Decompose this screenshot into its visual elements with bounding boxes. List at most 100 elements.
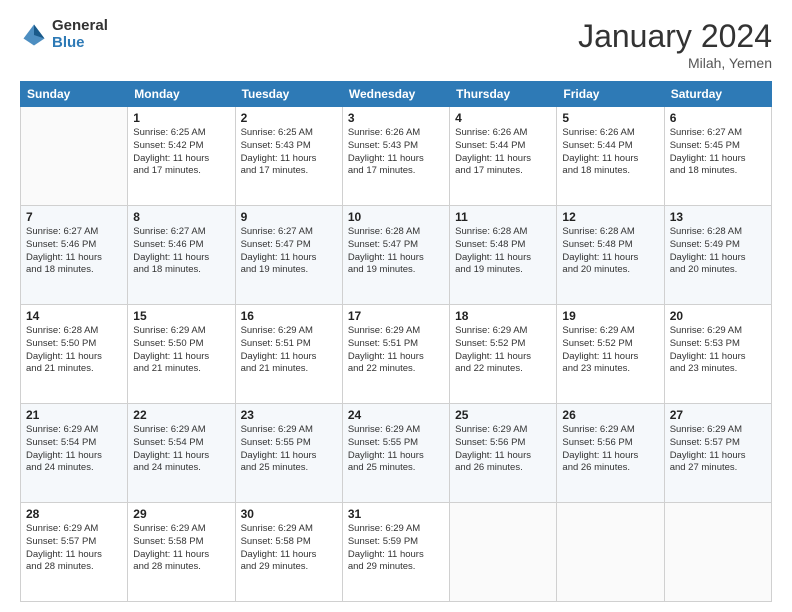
weekday-header-friday: Friday — [557, 82, 664, 107]
day-info: Sunrise: 6:28 AM Sunset: 5:50 PM Dayligh… — [26, 325, 122, 376]
calendar-cell: 20Sunrise: 6:29 AM Sunset: 5:53 PM Dayli… — [664, 305, 771, 404]
calendar-cell: 5Sunrise: 6:26 AM Sunset: 5:44 PM Daylig… — [557, 107, 664, 206]
calendar-cell: 25 Sunrise: 6:29 AM Sunset: 5:56 PM Dayli… — [450, 404, 557, 503]
day-number: 28 — [26, 507, 122, 521]
day-info: Sunrise: 6:29 AM Sunset: 5:59 PM Dayligh… — [348, 523, 444, 574]
weekday-header-sunday: Sunday — [21, 82, 128, 107]
calendar-cell: 6 Sunrise: 6:27 AM Sunset: 5:45 PM Daylig… — [664, 107, 771, 206]
day-number: 17 — [348, 309, 444, 323]
calendar-table: SundayMondayTuesdayWednesdayThursdayFrid… — [20, 81, 772, 602]
day-number: 3 — [348, 111, 444, 125]
day-number: 25 — [455, 408, 551, 422]
day-info: Sunrise: 6:28 AM Sunset: 5:47 PM Dayligh… — [348, 226, 444, 277]
calendar-cell — [664, 503, 771, 602]
day-number: 23 — [241, 408, 337, 422]
logo-blue-text: Blue — [52, 35, 108, 52]
calendar-header: SundayMondayTuesdayWednesdayThursdayFrid… — [21, 82, 772, 107]
calendar-week-3: 14 Sunrise: 6:28 AM Sunset: 5:50 PM Dayli… — [21, 305, 772, 404]
logo-icon — [20, 21, 48, 49]
day-number: 10 — [348, 210, 444, 224]
calendar-cell — [21, 107, 128, 206]
day-info: Sunrise: 6:29 AM Sunset: 5:58 PM Dayligh… — [241, 523, 337, 574]
day-info: Sunrise: 6:26 AM Sunset: 5:44 PM Dayligh… — [455, 127, 551, 178]
calendar-cell: 27Sunrise: 6:29 AM Sunset: 5:57 PM Dayli… — [664, 404, 771, 503]
day-number: 24 — [348, 408, 444, 422]
calendar-week-4: 21 Sunrise: 6:29 AM Sunset: 5:54 PM Dayli… — [21, 404, 772, 503]
calendar-cell: 12 Sunrise: 6:28 AM Sunset: 5:48 PM Dayli… — [557, 206, 664, 305]
page: General Blue January 2024 Milah, Yemen S… — [0, 0, 792, 612]
day-info: Sunrise: 6:29 AM Sunset: 5:53 PM Dayligh… — [670, 325, 766, 376]
day-info: Sunrise: 6:29 AM Sunset: 5:54 PM Dayligh… — [26, 424, 122, 475]
day-number: 22 — [133, 408, 229, 422]
weekday-header-thursday: Thursday — [450, 82, 557, 107]
day-number: 15 — [133, 309, 229, 323]
calendar-cell: 23Sunrise: 6:29 AM Sunset: 5:55 PM Dayli… — [235, 404, 342, 503]
calendar-cell: 19 Sunrise: 6:29 AM Sunset: 5:52 PM Dayli… — [557, 305, 664, 404]
calendar-body: 1 Sunrise: 6:25 AM Sunset: 5:42 PM Daylig… — [21, 107, 772, 602]
day-info: Sunrise: 6:28 AM Sunset: 5:48 PM Dayligh… — [455, 226, 551, 277]
day-number: 29 — [133, 507, 229, 521]
day-info: Sunrise: 6:29 AM Sunset: 5:52 PM Dayligh… — [455, 325, 551, 376]
calendar-week-1: 1 Sunrise: 6:25 AM Sunset: 5:42 PM Daylig… — [21, 107, 772, 206]
day-number: 18 — [455, 309, 551, 323]
day-info: Sunrise: 6:28 AM Sunset: 5:48 PM Dayligh… — [562, 226, 658, 277]
day-number: 2 — [241, 111, 337, 125]
day-number: 9 — [241, 210, 337, 224]
calendar-cell: 9 Sunrise: 6:27 AM Sunset: 5:47 PM Daylig… — [235, 206, 342, 305]
logo-text: General Blue — [52, 18, 108, 51]
calendar-cell: 29 Sunrise: 6:29 AM Sunset: 5:58 PM Dayli… — [128, 503, 235, 602]
weekday-header-wednesday: Wednesday — [342, 82, 449, 107]
calendar-cell: 14 Sunrise: 6:28 AM Sunset: 5:50 PM Dayli… — [21, 305, 128, 404]
day-number: 1 — [133, 111, 229, 125]
calendar-cell: 2Sunrise: 6:25 AM Sunset: 5:43 PM Daylig… — [235, 107, 342, 206]
calendar-cell: 31Sunrise: 6:29 AM Sunset: 5:59 PM Dayli… — [342, 503, 449, 602]
day-number: 19 — [562, 309, 658, 323]
day-info: Sunrise: 6:27 AM Sunset: 5:45 PM Dayligh… — [670, 127, 766, 178]
day-info: Sunrise: 6:28 AM Sunset: 5:49 PM Dayligh… — [670, 226, 766, 277]
title-area: January 2024 Milah, Yemen — [578, 18, 772, 71]
calendar-cell: 21 Sunrise: 6:29 AM Sunset: 5:54 PM Dayli… — [21, 404, 128, 503]
day-number: 6 — [670, 111, 766, 125]
calendar-cell: 26 Sunrise: 6:29 AM Sunset: 5:56 PM Dayli… — [557, 404, 664, 503]
calendar-cell: 28 Sunrise: 6:29 AM Sunset: 5:57 PM Dayli… — [21, 503, 128, 602]
day-info: Sunrise: 6:29 AM Sunset: 5:58 PM Dayligh… — [133, 523, 229, 574]
day-info: Sunrise: 6:26 AM Sunset: 5:44 PM Dayligh… — [562, 127, 658, 178]
day-info: Sunrise: 6:29 AM Sunset: 5:57 PM Dayligh… — [26, 523, 122, 574]
day-number: 4 — [455, 111, 551, 125]
calendar-cell: 22Sunrise: 6:29 AM Sunset: 5:54 PM Dayli… — [128, 404, 235, 503]
logo-general-text: General — [52, 18, 108, 35]
location: Milah, Yemen — [578, 55, 772, 71]
day-number: 8 — [133, 210, 229, 224]
day-number: 12 — [562, 210, 658, 224]
calendar-cell: 3Sunrise: 6:26 AM Sunset: 5:43 PM Daylig… — [342, 107, 449, 206]
day-info: Sunrise: 6:29 AM Sunset: 5:56 PM Dayligh… — [455, 424, 551, 475]
weekday-header-tuesday: Tuesday — [235, 82, 342, 107]
day-info: Sunrise: 6:29 AM Sunset: 5:51 PM Dayligh… — [348, 325, 444, 376]
calendar: SundayMondayTuesdayWednesdayThursdayFrid… — [20, 81, 772, 602]
day-number: 21 — [26, 408, 122, 422]
calendar-cell: 11Sunrise: 6:28 AM Sunset: 5:48 PM Dayli… — [450, 206, 557, 305]
month-title: January 2024 — [578, 18, 772, 55]
day-number: 7 — [26, 210, 122, 224]
weekday-row: SundayMondayTuesdayWednesdayThursdayFrid… — [21, 82, 772, 107]
day-number: 30 — [241, 507, 337, 521]
day-info: Sunrise: 6:29 AM Sunset: 5:52 PM Dayligh… — [562, 325, 658, 376]
day-info: Sunrise: 6:25 AM Sunset: 5:42 PM Dayligh… — [133, 127, 229, 178]
day-number: 26 — [562, 408, 658, 422]
calendar-cell: 30 Sunrise: 6:29 AM Sunset: 5:58 PM Dayli… — [235, 503, 342, 602]
calendar-cell — [450, 503, 557, 602]
day-info: Sunrise: 6:27 AM Sunset: 5:47 PM Dayligh… — [241, 226, 337, 277]
calendar-week-5: 28 Sunrise: 6:29 AM Sunset: 5:57 PM Dayli… — [21, 503, 772, 602]
day-info: Sunrise: 6:29 AM Sunset: 5:56 PM Dayligh… — [562, 424, 658, 475]
calendar-cell: 1 Sunrise: 6:25 AM Sunset: 5:42 PM Daylig… — [128, 107, 235, 206]
calendar-cell: 17 Sunrise: 6:29 AM Sunset: 5:51 PM Dayli… — [342, 305, 449, 404]
weekday-header-monday: Monday — [128, 82, 235, 107]
day-number: 14 — [26, 309, 122, 323]
logo: General Blue — [20, 18, 108, 51]
day-number: 16 — [241, 309, 337, 323]
day-info: Sunrise: 6:29 AM Sunset: 5:50 PM Dayligh… — [133, 325, 229, 376]
calendar-cell: 18 Sunrise: 6:29 AM Sunset: 5:52 PM Dayli… — [450, 305, 557, 404]
calendar-cell — [557, 503, 664, 602]
calendar-cell: 7Sunrise: 6:27 AM Sunset: 5:46 PM Daylig… — [21, 206, 128, 305]
day-info: Sunrise: 6:29 AM Sunset: 5:57 PM Dayligh… — [670, 424, 766, 475]
